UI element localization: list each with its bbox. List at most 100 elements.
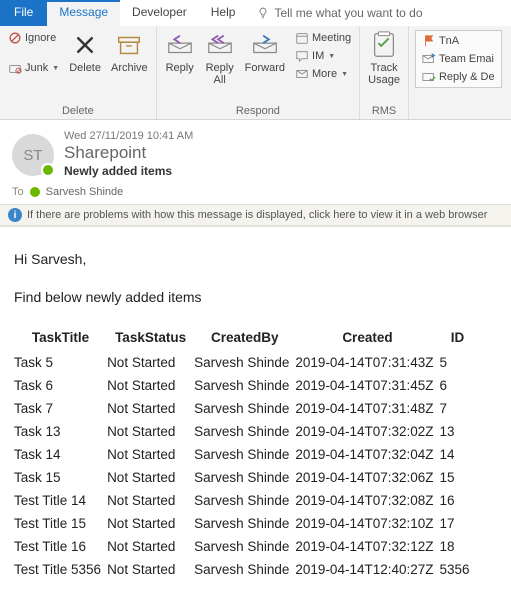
tell-me-search[interactable]: Tell me what you want to do: [247, 0, 432, 26]
table-cell: 7: [440, 397, 476, 420]
ignore-button[interactable]: Ignore: [6, 30, 61, 46]
junk-button[interactable]: Junk ▼: [6, 60, 61, 76]
ignore-icon: [8, 31, 22, 45]
junk-icon: [8, 61, 22, 75]
table-cell: Sarvesh Shinde: [194, 558, 295, 581]
track-usage-button[interactable]: Track Usage: [366, 30, 402, 86]
meeting-icon: [295, 31, 309, 45]
table-cell: Not Started: [107, 512, 194, 535]
table-row: Test Title 5356Not StartedSarvesh Shinde…: [14, 558, 476, 581]
forward-icon: [250, 30, 280, 60]
im-button[interactable]: IM▼: [293, 48, 353, 64]
table-row: Test Title 16Not StartedSarvesh Shinde20…: [14, 535, 476, 558]
to-label: To: [12, 186, 24, 198]
table-cell: Task 15: [14, 466, 107, 489]
info-icon: i: [8, 208, 22, 222]
table-cell: 2019-04-14T07:32:04Z: [295, 443, 439, 466]
more-icon: [295, 67, 309, 81]
table-cell: Sarvesh Shinde: [194, 351, 295, 374]
ribbon-group-respond: Reply Reply All Forward Meeting IM▼: [157, 26, 360, 119]
table-cell: 2019-04-14T07:32:02Z: [295, 420, 439, 443]
meeting-button[interactable]: Meeting: [293, 30, 353, 46]
quickstep-team[interactable]: Team Emai: [420, 51, 497, 67]
table-cell: Sarvesh Shinde: [194, 374, 295, 397]
table-header-row: TaskTitleTaskStatusCreatedByCreatedID: [14, 327, 476, 351]
archive-icon: [114, 30, 144, 60]
bulb-icon: [257, 7, 269, 19]
reply-all-icon: [205, 30, 235, 60]
more-label: More: [312, 68, 337, 80]
table-cell: 17: [440, 512, 476, 535]
table-cell: 2019-04-14T12:40:27Z: [295, 558, 439, 581]
track-usage-label: Track Usage: [368, 62, 400, 86]
table-row: Task 6Not StartedSarvesh Shinde2019-04-1…: [14, 374, 476, 397]
table-cell: Not Started: [107, 558, 194, 581]
track-usage-icon: [369, 30, 399, 60]
reply-all-button[interactable]: Reply All: [203, 30, 237, 86]
quickstep-team-label: Team Emai: [439, 53, 494, 65]
dropdown-icon: ▼: [52, 65, 59, 72]
archive-label: Archive: [111, 62, 148, 74]
quickstep-replyd[interactable]: Reply & De: [420, 69, 497, 85]
ribbon-group-rms: Track Usage RMS: [360, 26, 409, 119]
table-cell: Test Title 16: [14, 535, 107, 558]
im-icon: [295, 49, 309, 63]
table-cell: Sarvesh Shinde: [194, 512, 295, 535]
table-row: Task 5Not StartedSarvesh Shinde2019-04-1…: [14, 351, 476, 374]
menu-developer[interactable]: Developer: [120, 0, 199, 26]
quickstep-replyd-label: Reply & De: [439, 71, 495, 83]
col-header: TaskTitle: [14, 327, 107, 351]
reply-button[interactable]: Reply: [163, 30, 197, 74]
menu-file[interactable]: File: [0, 0, 47, 26]
table-cell: Sarvesh Shinde: [194, 443, 295, 466]
table-cell: Task 7: [14, 397, 107, 420]
quickstep-tna[interactable]: TnA: [420, 33, 497, 49]
table-cell: Task 13: [14, 420, 107, 443]
col-header: CreatedBy: [194, 327, 295, 351]
group-label-respond: Respond: [163, 103, 353, 117]
forward-label: Forward: [245, 62, 285, 74]
ribbon: Ignore Junk ▼ Delete Archive Delete: [0, 26, 511, 120]
table-cell: 5: [440, 351, 476, 374]
presence-dot-icon: [30, 187, 40, 197]
reply-icon: [165, 30, 195, 60]
tell-me-label: Tell me what you want to do: [274, 6, 422, 20]
table-cell: Task 5: [14, 351, 107, 374]
table-cell: 2019-04-14T07:31:45Z: [295, 374, 439, 397]
ribbon-group-quicksteps: TnA Team Emai Reply & De: [409, 26, 508, 119]
table-cell: Test Title 5356: [14, 558, 107, 581]
table-cell: Task 14: [14, 443, 107, 466]
table-cell: 2019-04-14T07:31:43Z: [295, 351, 439, 374]
table-row: Test Title 15Not StartedSarvesh Shinde20…: [14, 512, 476, 535]
delete-label: Delete: [69, 62, 101, 74]
message-subject: Newly added items: [64, 164, 193, 178]
to-recipient[interactable]: Sarvesh Shinde: [46, 186, 124, 198]
menu-message[interactable]: Message: [47, 0, 120, 26]
delete-icon: [70, 30, 100, 60]
more-button[interactable]: More ▼: [293, 66, 353, 82]
table-cell: Not Started: [107, 351, 194, 374]
avatar[interactable]: ST: [12, 134, 54, 176]
delete-button[interactable]: Delete: [67, 30, 103, 74]
info-bar-text: If there are problems with how this mess…: [27, 209, 487, 221]
table-row: Test Title 14Not StartedSarvesh Shinde20…: [14, 489, 476, 512]
info-bar[interactable]: i If there are problems with how this me…: [0, 204, 511, 226]
to-line: To Sarvesh Shinde: [0, 184, 511, 204]
table-cell: 5356: [440, 558, 476, 581]
archive-button[interactable]: Archive: [109, 30, 150, 74]
table-cell: Sarvesh Shinde: [194, 535, 295, 558]
menu-help[interactable]: Help: [199, 0, 248, 26]
reply-all-label: Reply All: [206, 62, 234, 86]
group-label-delete: Delete: [6, 103, 150, 117]
dropdown-icon: ▼: [341, 71, 348, 78]
table-cell: Task 6: [14, 374, 107, 397]
table-cell: 13: [440, 420, 476, 443]
ribbon-group-delete: Ignore Junk ▼ Delete Archive Delete: [0, 26, 157, 119]
junk-label: Junk: [25, 62, 48, 74]
group-label-quick: [415, 103, 502, 117]
col-header: ID: [440, 327, 476, 351]
meeting-label: Meeting: [312, 32, 351, 44]
forward-button[interactable]: Forward: [243, 30, 287, 74]
table-cell: Sarvesh Shinde: [194, 397, 295, 420]
im-label: IM: [312, 50, 324, 62]
